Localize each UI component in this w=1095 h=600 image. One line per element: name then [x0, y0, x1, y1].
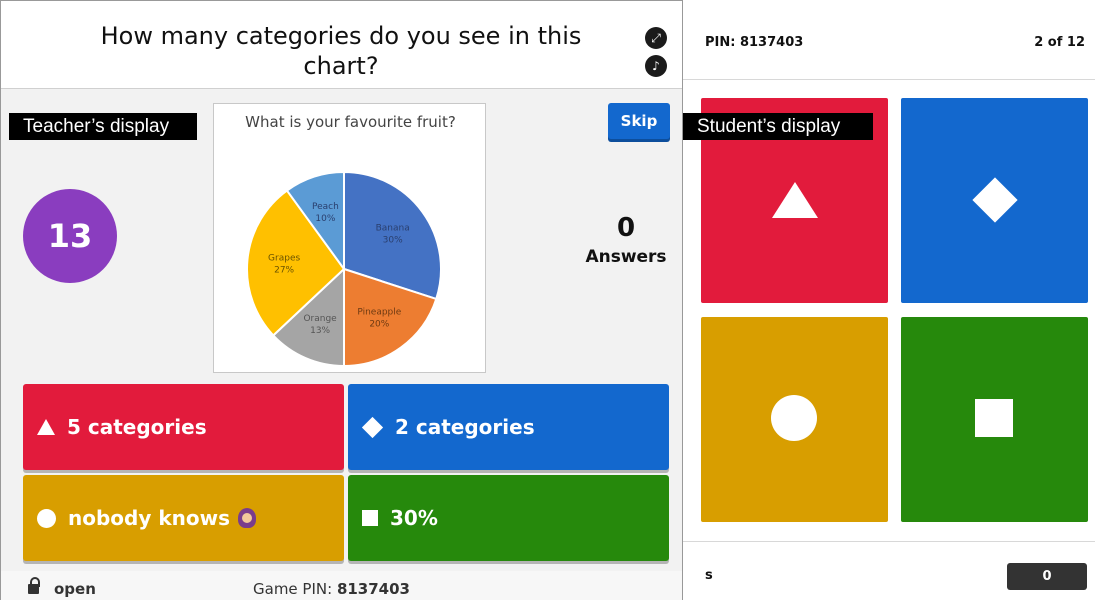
triangle-icon	[772, 182, 818, 218]
student-display-tag: Student’s display	[683, 113, 873, 140]
game-pin: Game PIN: 8137403	[253, 580, 410, 598]
player-score: 0	[1007, 563, 1087, 590]
countdown-timer: 13	[23, 189, 117, 283]
square-icon	[362, 510, 378, 526]
pie-value-label: 30%	[383, 236, 403, 246]
diamond-icon	[972, 177, 1018, 223]
question-header: How many categories do you see in this c…	[1, 1, 682, 89]
student-answer-square[interactable]	[901, 317, 1088, 522]
player-name: s	[705, 568, 713, 583]
pie-category-label: Pineapple	[357, 308, 401, 318]
question-chart: Banana 30% Pineapple 20% Orange 13% Grapes 27% P…	[213, 103, 486, 373]
square-icon	[975, 399, 1013, 437]
lobby-status[interactable]: open	[54, 580, 96, 598]
answers-count: 0	[616, 213, 636, 243]
pie-category-label: Peach	[312, 202, 339, 212]
pie-value-label: 20%	[369, 320, 389, 330]
student-header: PIN: 8137403 2 of 12	[683, 0, 1095, 80]
answers-label: Answers	[585, 247, 667, 267]
pie-chart: Banana 30% Pineapple 20% Orange 13% Grapes 27% P…	[246, 170, 442, 368]
pie-category-label: Grapes	[268, 253, 300, 263]
pie-value-label: 27%	[274, 265, 294, 275]
skip-button[interactable]: Skip	[608, 103, 670, 139]
teacher-footer: open Game PIN: 8137403	[1, 571, 682, 600]
woman-shrugging-emoji-icon	[238, 508, 257, 528]
circle-icon	[37, 508, 56, 528]
chart-title: What is your favourite fruit?	[245, 113, 456, 131]
pie-category-label: Orange	[303, 314, 337, 324]
diamond-icon	[361, 416, 384, 438]
answer-label: 5 categories	[67, 415, 207, 439]
answer-label: 2 categories	[395, 415, 535, 439]
answer-label: 30%	[390, 506, 438, 530]
game-pin-value: 8137403	[336, 580, 410, 598]
answer-option-triangle: 5 categories	[23, 384, 344, 470]
sound-icon[interactable]: ♪	[645, 55, 667, 77]
student-answer-circle[interactable]	[701, 317, 888, 522]
student-display-pane: PIN: 8137403 2 of 12 s 0	[683, 0, 1095, 600]
answer-label: nobody knows	[68, 506, 231, 530]
question-progress: 2 of 12	[1034, 35, 1085, 50]
lock-open-icon[interactable]	[28, 577, 40, 594]
answer-option-square: 30%	[348, 475, 669, 561]
pie-value-label: 10%	[315, 214, 335, 224]
pie-value-label: 13%	[310, 326, 330, 336]
circle-icon	[771, 395, 817, 441]
student-pin: PIN: 8137403	[705, 35, 804, 50]
teacher-display-tag: Teacher’s display	[9, 113, 197, 140]
student-answer-diamond[interactable]	[901, 98, 1088, 303]
student-footer: s 0	[683, 541, 1095, 600]
question-title: How many categories do you see in this c…	[100, 22, 582, 80]
triangle-icon	[37, 419, 55, 435]
game-pin-label: Game PIN:	[253, 580, 337, 598]
fullscreen-icon[interactable]: ⤢	[645, 27, 667, 49]
pie-category-label: Banana	[376, 224, 410, 234]
answer-option-circle: nobody knows	[23, 475, 344, 561]
answer-option-diamond: 2 categories	[348, 384, 669, 470]
teacher-display-pane: How many categories do you see in this c…	[0, 0, 683, 600]
